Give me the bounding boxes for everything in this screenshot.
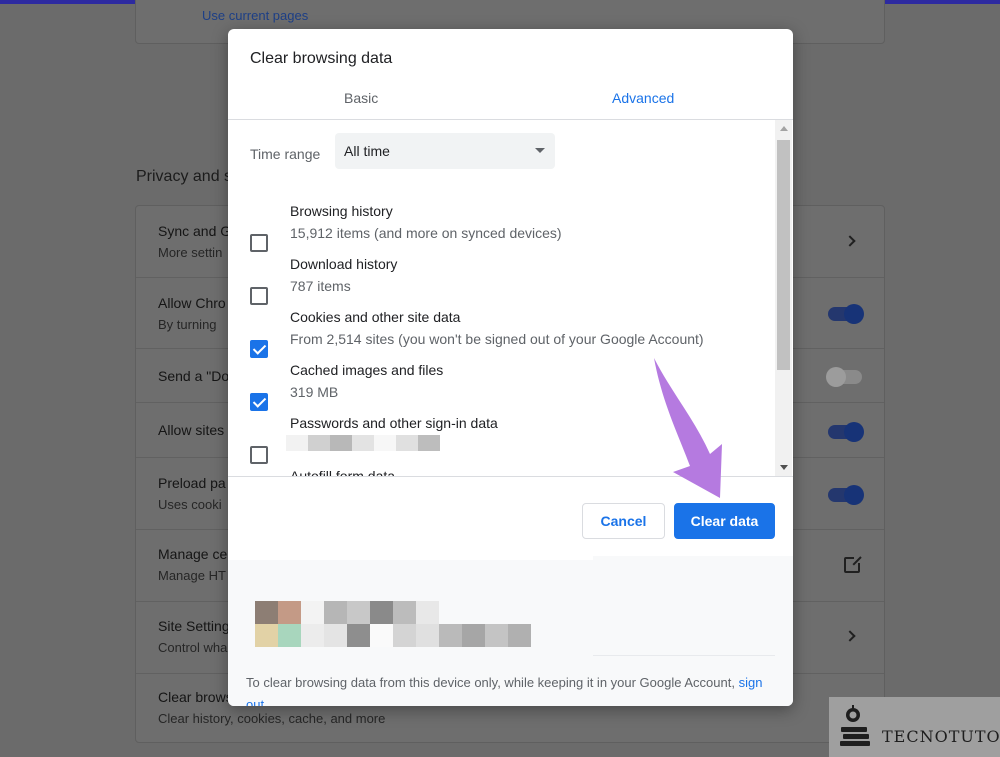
passwords-checkbox[interactable] xyxy=(250,446,268,464)
redacted-account-info xyxy=(255,601,535,651)
option-label: Download history xyxy=(290,256,398,272)
option-label: Cookies and other site data xyxy=(290,309,461,325)
tab-basic[interactable]: Basic xyxy=(344,90,378,106)
row-title: Sync and G xyxy=(158,223,232,239)
dialog-title: Clear browsing data xyxy=(250,50,393,67)
option-detail: 15,912 items (and more on synced devices… xyxy=(290,225,562,241)
option-download-history[interactable]: Download history 787 items xyxy=(228,256,773,309)
toggle-switch[interactable] xyxy=(826,367,862,387)
redacted-detail xyxy=(286,435,440,451)
row-subtitle: Control wha xyxy=(158,640,228,655)
time-range-value: All time xyxy=(344,143,390,159)
row-subtitle: Clear history, cookies, cache, and more xyxy=(158,711,386,726)
row-subtitle: Uses cooki xyxy=(158,497,222,512)
clear-data-button[interactable]: Clear data xyxy=(674,503,775,539)
annotation-arrow-icon xyxy=(654,358,722,498)
toggle-switch[interactable] xyxy=(828,304,864,324)
sign-out-note: To clear browsing data from this device … xyxy=(246,672,766,706)
browsing-history-checkbox[interactable] xyxy=(250,234,268,252)
row-subtitle: Manage HT xyxy=(158,568,226,583)
time-range-select[interactable]: All time xyxy=(335,133,555,169)
option-detail: 319 MB xyxy=(290,384,339,400)
time-range-label: Time range xyxy=(250,146,321,162)
external-link-icon xyxy=(844,555,862,573)
scrollbar-thumb[interactable] xyxy=(777,140,790,370)
row-title: Manage ce xyxy=(158,546,228,562)
dialog-footer: To clear browsing data from this device … xyxy=(228,556,793,706)
tab-advanced[interactable]: Advanced xyxy=(612,90,674,106)
option-label: Cached images and files xyxy=(290,362,444,378)
row-title: Clear brows xyxy=(158,689,233,705)
option-detail: From 2,514 sites (you won't be signed ou… xyxy=(290,331,704,347)
download-history-checkbox[interactable] xyxy=(250,287,268,305)
row-title: Allow sites xyxy=(158,422,225,438)
row-title: Send a "Do xyxy=(158,368,230,384)
dropdown-caret-icon xyxy=(535,148,545,153)
tecnotuto-logo-icon xyxy=(840,705,870,746)
option-label: Autofill form data xyxy=(290,468,396,476)
option-detail: 787 items xyxy=(290,278,351,294)
row-subtitle: By turning xyxy=(158,317,217,332)
row-title: Site Setting xyxy=(158,618,230,634)
scrollbar[interactable] xyxy=(775,120,792,476)
toggle-switch[interactable] xyxy=(828,485,864,505)
scroll-up-arrow-icon[interactable] xyxy=(780,126,788,131)
row-title: Preload pa xyxy=(158,475,226,491)
tecnotuto-watermark: TECNOTUTO xyxy=(829,697,1000,757)
toggle-switch[interactable] xyxy=(828,422,864,442)
option-browsing-history[interactable]: Browsing history 15,912 items (and more … xyxy=(228,203,773,256)
cached-images-checkbox[interactable] xyxy=(250,393,268,411)
row-title: Allow Chro xyxy=(158,295,226,311)
cookies-checkbox[interactable] xyxy=(250,340,268,358)
use-current-pages-link[interactable]: Use current pages xyxy=(202,8,308,23)
option-label: Passwords and other sign-in data xyxy=(290,415,498,431)
scroll-down-arrow-icon[interactable] xyxy=(780,465,788,470)
privacy-section-title: Privacy and s xyxy=(136,168,233,185)
watermark-text: TECNOTUTO xyxy=(882,727,1000,746)
row-subtitle: More settin xyxy=(158,245,223,260)
option-label: Browsing history xyxy=(290,203,393,219)
chevron-right-icon xyxy=(844,235,856,247)
cancel-button[interactable]: Cancel xyxy=(582,503,665,539)
chevron-right-icon xyxy=(844,630,856,642)
